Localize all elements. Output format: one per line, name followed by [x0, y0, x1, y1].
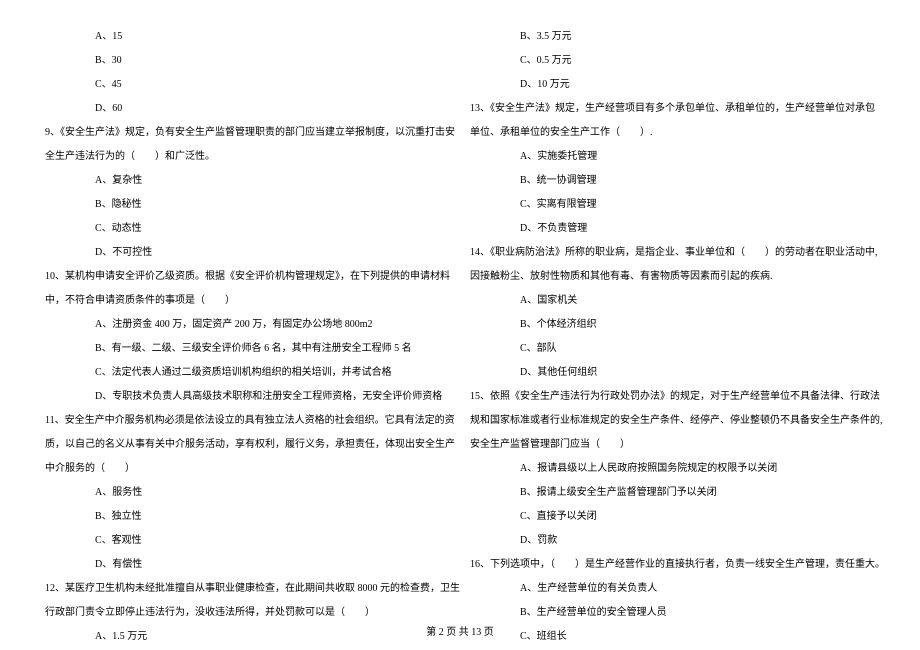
q11-option-d: D、有偿性 [45, 553, 450, 577]
q15-option-b: B、报请上级安全生产监督管理部门予以关闭 [470, 481, 875, 505]
q14-option-c: C、部队 [470, 337, 875, 361]
q15-stem-line1: 15、依照《安全生产违法行为行政处罚办法》的规定，对于生产经营单位不具备法律、行… [470, 385, 875, 409]
q14-option-b: B、个体经济组织 [470, 313, 875, 337]
page-footer: 第 2 页 共 13 页 [0, 623, 920, 638]
q13-stem-line1: 13、《安全生产法》规定，生产经营项目有多个承包单位、承租单位的，生产经营单位对… [470, 97, 875, 121]
q8-option-c: C、45 [45, 73, 450, 97]
q10-stem-line1: 10、某机构申请安全评价乙级资质。根据《安全评价机构管理规定》，在下列提供的申请… [45, 265, 450, 289]
q15-option-c: C、直接予以关闭 [470, 505, 875, 529]
q9-stem-line2: 全生产违法行为的（ ）和广泛性。 [45, 145, 450, 169]
q13-option-a: A、实施委托管理 [470, 145, 875, 169]
q16-option-a: A、生产经营单位的有关负责人 [470, 577, 875, 601]
q8-option-b: B、30 [45, 49, 450, 73]
q11-stem-line2: 质，以自己的名义从事有关中介服务活动，享有权利，履行义务，承担责任，体现出安全生… [45, 433, 450, 457]
q12-stem-line2: 行政部门责令立即停止违法行为，没收违法所得，并处罚款可以是（ ） [45, 601, 450, 625]
q9-option-d: D、不可控性 [45, 241, 450, 265]
q9-option-b: B、隐秘性 [45, 193, 450, 217]
q9-option-a: A、复杂性 [45, 169, 450, 193]
q12-option-c: C、0.5 万元 [470, 49, 875, 73]
q16-stem-line1: 16、下列选项中，（ ）是生产经营作业的直接执行者，负责一线安全生产管理，责任重… [470, 553, 875, 577]
q13-option-d: D、不负责管理 [470, 217, 875, 241]
q12-stem-line1: 12、某医疗卫生机构未经批准擅自从事职业健康检查，在此期间共收取 8000 元的… [45, 577, 450, 601]
q12-option-d: D、10 万元 [470, 73, 875, 97]
page-content: A、15 B、30 C、45 D、60 9、《安全生产法》规定，负有安全生产监督… [0, 0, 920, 610]
q13-stem-line2: 单位、承租单位的安全生产工作（ ）. [470, 121, 875, 145]
q12-option-b: B、3.5 万元 [470, 25, 875, 49]
q11-option-b: B、独立性 [45, 505, 450, 529]
q14-option-d: D、其他任何组织 [470, 361, 875, 385]
q16-option-b: B、生产经营单位的安全管理人员 [470, 601, 875, 625]
q10-option-c: C、法定代表人通过二级资质培训机构组织的相关培训，并考试合格 [45, 361, 450, 385]
q11-option-a: A、服务性 [45, 481, 450, 505]
q8-option-d: D、60 [45, 97, 450, 121]
q15-stem-line3: 安全生产监督管理部门应当（ ） [470, 433, 875, 457]
q8-option-a: A、15 [45, 25, 450, 49]
q15-option-a: A、报请县级以上人民政府按照国务院规定的权限予以关闭 [470, 457, 875, 481]
q14-stem-line1: 14、《职业病防治法》所称的职业病，是指企业、事业单位和（ ）的劳动者在职业活动… [470, 241, 875, 265]
q11-stem-line1: 11、安全生产中介服务机构必须是依法设立的具有独立法人资格的社会组织。它具有法定… [45, 409, 450, 433]
q13-option-b: B、统一协调管理 [470, 169, 875, 193]
q15-option-d: D、罚款 [470, 529, 875, 553]
q10-stem-line2: 中，不符合申请资质条件的事项是（ ） [45, 289, 450, 313]
q11-stem-line3: 中介服务的（ ） [45, 457, 450, 481]
left-column: A、15 B、30 C、45 D、60 9、《安全生产法》规定，负有安全生产监督… [35, 25, 460, 610]
q15-stem-line2: 规和国家标准或者行业标准规定的安全生产条件、经停产、停业整顿仍不具备安全生产条件… [470, 409, 875, 433]
q13-option-c: C、实离有限管理 [470, 193, 875, 217]
q9-option-c: C、动态性 [45, 217, 450, 241]
q14-stem-line2: 因接触粉尘、放射性物质和其他有毒、有害物质等因素而引起的疾病. [470, 265, 875, 289]
q11-option-c: C、客观性 [45, 529, 450, 553]
q9-stem-line1: 9、《安全生产法》规定，负有安全生产监督管理职责的部门应当建立举报制度，以沉重打… [45, 121, 450, 145]
q10-option-b: B、有一级、二级、三级安全评价师各 6 名，其中有注册安全工程师 5 名 [45, 337, 450, 361]
right-column: B、3.5 万元 C、0.5 万元 D、10 万元 13、《安全生产法》规定，生… [460, 25, 885, 610]
q10-option-d: D、专职技术负责人具高级技术职称和注册安全工程师资格，无安全评价师资格 [45, 385, 450, 409]
q10-option-a: A、注册资金 400 万，固定资产 200 万，有固定办公场地 800m2 [45, 313, 450, 337]
q14-option-a: A、国家机关 [470, 289, 875, 313]
